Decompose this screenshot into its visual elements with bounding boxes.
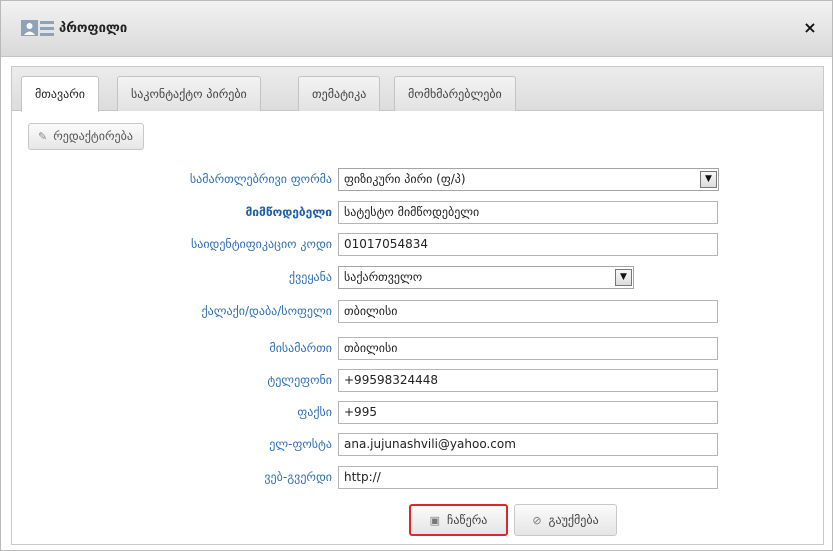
id-code-field[interactable]: 01017054834 bbox=[338, 233, 718, 256]
chevron-down-icon: ▼ bbox=[615, 269, 632, 286]
tab-bar: მთავარი საკონტაქტო პირები თემატიკა მომხმ… bbox=[12, 67, 823, 112]
floppy-disk-icon: ▣ bbox=[429, 514, 441, 527]
fax-field[interactable]: +995 bbox=[338, 401, 718, 424]
phone-row: ტელეფონი +99598324448 bbox=[12, 369, 825, 393]
country-select[interactable]: საქართველო ▼ bbox=[338, 266, 634, 289]
id-code-row: საიდენტიფიკაციო კოდი 01017054834 bbox=[12, 233, 825, 257]
phone-label: ტელეფონი bbox=[267, 373, 332, 387]
chevron-down-icon: ▼ bbox=[700, 171, 717, 188]
profile-card-icon bbox=[21, 20, 55, 38]
phone-field[interactable]: +99598324448 bbox=[338, 369, 718, 392]
profile-dialog: პროფილი × მთავარი საკონტაქტო პირები თემა… bbox=[0, 0, 833, 551]
tab-main[interactable]: მთავარი bbox=[21, 76, 99, 112]
tab-users[interactable]: მომხმარებლები bbox=[394, 76, 516, 111]
edit-button-label: რედაქტირება bbox=[53, 129, 133, 143]
country-row: ქვეყანა საქართველო ▼ bbox=[12, 266, 825, 290]
country-value: საქართველო bbox=[344, 270, 423, 284]
website-field[interactable]: http:// bbox=[338, 466, 718, 489]
address-row: მისამართი თბილისი bbox=[12, 337, 825, 361]
legal-form-row: სამართლებრივი ფორმა ფიზიკური პირი (ფ/პ) … bbox=[12, 168, 825, 192]
website-row: ვებ-გვერდი http:// bbox=[12, 466, 825, 490]
fax-label: ფაქსი bbox=[297, 405, 332, 419]
cancel-circle-icon: ⊘ bbox=[532, 514, 542, 527]
supplier-field[interactable]: სატესტო მიმწოდებელი bbox=[338, 201, 718, 224]
cancel-button-label: გაუქმება bbox=[548, 513, 599, 527]
dialog-content: მთავარი საკონტაქტო პირები თემატიკა მომხმ… bbox=[11, 66, 824, 545]
address-label: მისამართი bbox=[269, 341, 332, 355]
dialog-titlebar: პროფილი × bbox=[1, 1, 832, 57]
legal-form-label: სამართლებრივი ფორმა bbox=[189, 172, 332, 186]
close-icon[interactable]: × bbox=[800, 18, 820, 38]
legal-form-select[interactable]: ფიზიკური პირი (ფ/პ) ▼ bbox=[338, 168, 719, 191]
city-row: ქალაქი/დაბა/სოფელი თბილისი bbox=[12, 300, 825, 324]
country-label: ქვეყანა bbox=[288, 270, 332, 284]
email-field[interactable]: ana.jujunashvili@yahoo.com bbox=[338, 433, 718, 456]
dialog-title: პროფილი bbox=[59, 21, 128, 36]
id-code-label: საიდენტიფიკაციო კოდი bbox=[190, 237, 332, 251]
address-field[interactable]: თბილისი bbox=[338, 337, 718, 360]
city-label: ქალაქი/დაბა/სოფელი bbox=[201, 304, 332, 318]
legal-form-value: ფიზიკური პირი (ფ/პ) bbox=[344, 172, 466, 186]
fax-row: ფაქსი +995 bbox=[12, 401, 825, 425]
save-button[interactable]: ▣ ჩაწერა bbox=[409, 504, 508, 536]
tab-contact-persons[interactable]: საკონტაქტო პირები bbox=[117, 76, 261, 111]
cancel-button[interactable]: ⊘ გაუქმება bbox=[514, 504, 617, 536]
edit-button[interactable]: ✎ რედაქტირება bbox=[28, 123, 144, 150]
supplier-label: მიმწოდებელი bbox=[245, 205, 332, 219]
email-row: ელ-ფოსტა ana.jujunashvili@yahoo.com bbox=[12, 433, 825, 457]
save-button-label: ჩაწერა bbox=[447, 513, 488, 527]
tab-topics[interactable]: თემატიკა bbox=[298, 76, 381, 111]
pencil-icon: ✎ bbox=[38, 130, 48, 143]
supplier-row: მიმწოდებელი სატესტო მიმწოდებელი bbox=[12, 201, 825, 225]
email-label: ელ-ფოსტა bbox=[269, 437, 332, 451]
website-label: ვებ-გვერდი bbox=[264, 470, 332, 484]
city-field[interactable]: თბილისი bbox=[338, 300, 718, 323]
